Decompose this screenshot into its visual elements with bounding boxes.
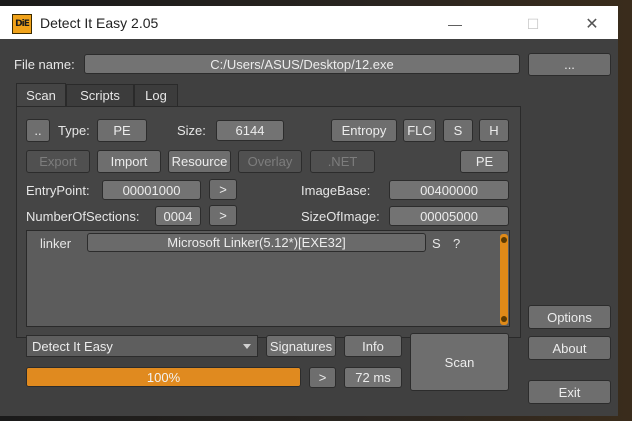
- entrypoint-label: EntryPoint:: [26, 183, 90, 198]
- sizeofimage-label: SizeOfImage:: [301, 209, 380, 224]
- result-info-button[interactable]: ?: [453, 236, 460, 251]
- export-button[interactable]: Export: [26, 150, 90, 173]
- flc-button[interactable]: FLC: [403, 119, 436, 142]
- result-name[interactable]: Microsoft Linker(5.12*)[EXE32]: [87, 233, 426, 252]
- database-select-value: Detect It Easy: [32, 338, 113, 354]
- app-logo-icon: DiE: [12, 14, 32, 34]
- h-button[interactable]: H: [479, 119, 509, 142]
- file-path-field[interactable]: C:/Users/ASUS/Desktop/12.exe: [84, 54, 520, 74]
- net-button[interactable]: .NET: [310, 150, 375, 173]
- sizeofimage-field[interactable]: 00005000: [389, 206, 509, 226]
- imagebase-field[interactable]: 00400000: [389, 180, 509, 200]
- sections-field[interactable]: 0004: [155, 206, 201, 226]
- imagebase-label: ImageBase:: [301, 183, 371, 198]
- size-label: Size:: [177, 123, 206, 138]
- window-title: Detect It Easy 2.05: [40, 15, 159, 31]
- results-scrollbar[interactable]: [500, 234, 508, 325]
- import-button[interactable]: Import: [97, 150, 161, 173]
- exit-button[interactable]: Exit: [528, 380, 611, 404]
- sections-arrow-button[interactable]: >: [209, 205, 237, 226]
- s-button[interactable]: S: [443, 119, 473, 142]
- overlay-button[interactable]: Overlay: [238, 150, 302, 173]
- signatures-button[interactable]: Signatures: [266, 335, 336, 357]
- pe-button[interactable]: PE: [460, 150, 509, 173]
- tab-scripts[interactable]: Scripts: [66, 84, 134, 106]
- progress-text: 100%: [146, 369, 181, 385]
- progress-arrow-button[interactable]: >: [309, 367, 336, 388]
- close-button[interactable]: ✕: [569, 10, 615, 38]
- browse-button[interactable]: ...: [528, 53, 611, 76]
- type-label: Type:: [58, 123, 90, 138]
- info-button[interactable]: Info: [344, 335, 402, 357]
- scan-time-field: 72 ms: [344, 367, 402, 388]
- maximize-button[interactable]: ☐: [510, 10, 556, 38]
- scan-button[interactable]: Scan: [410, 333, 509, 391]
- parent-dir-button[interactable]: ..: [26, 119, 50, 142]
- size-value-field: 6144: [216, 120, 284, 141]
- tab-scan[interactable]: Scan: [16, 83, 66, 107]
- entrypoint-field[interactable]: 00001000: [102, 180, 201, 200]
- type-value-button[interactable]: PE: [97, 119, 147, 142]
- scroll-down-icon[interactable]: [501, 316, 507, 322]
- options-button[interactable]: Options: [528, 305, 611, 329]
- sections-label: NumberOfSections:: [26, 209, 140, 224]
- result-type: linker: [40, 236, 72, 251]
- scroll-up-icon[interactable]: [501, 237, 507, 243]
- about-button[interactable]: About: [528, 336, 611, 360]
- result-s-button[interactable]: S: [432, 236, 441, 251]
- tab-log[interactable]: Log: [134, 84, 178, 106]
- entrypoint-arrow-button[interactable]: >: [209, 179, 237, 200]
- resource-button[interactable]: Resource: [168, 150, 231, 173]
- chevron-down-icon: [243, 344, 251, 349]
- file-name-label: File name:: [14, 57, 75, 72]
- title-bar[interactable]: DiE Detect It Easy 2.05 — ☐ ✕: [0, 6, 618, 39]
- database-select[interactable]: Detect It Easy: [26, 335, 258, 357]
- scan-progress-bar: 100%: [26, 367, 301, 387]
- entropy-button[interactable]: Entropy: [331, 119, 397, 142]
- minimize-button[interactable]: —: [432, 10, 478, 38]
